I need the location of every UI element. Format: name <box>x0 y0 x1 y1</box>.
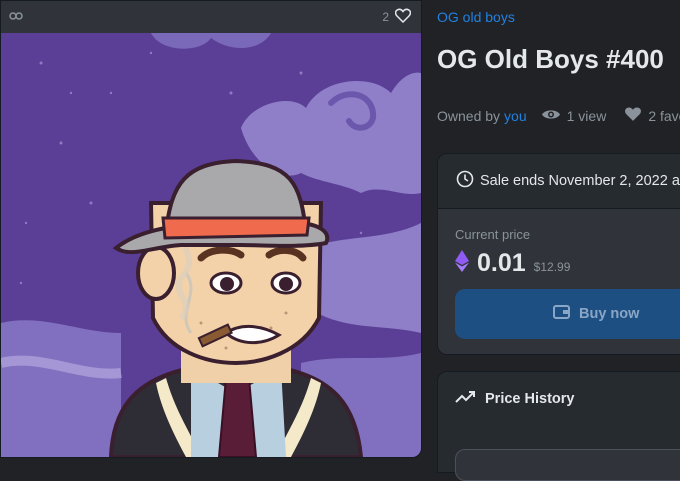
buy-now-label: Buy now <box>579 306 640 322</box>
favorites-text: 2 favo <box>648 107 680 124</box>
price-history-range-select[interactable] <box>455 449 680 481</box>
item-title: OG Old Boys #400 <box>437 44 664 74</box>
owner-link[interactable]: you <box>504 108 527 124</box>
trend-icon <box>455 390 475 408</box>
eye-icon <box>541 108 561 124</box>
owned-by-label: Owned by <box>437 107 501 124</box>
price-usd: $12.99 <box>533 260 571 274</box>
clock-icon <box>456 170 474 192</box>
heart-icon[interactable] <box>394 8 412 26</box>
price-history-label: Price History <box>485 391 575 407</box>
price-history-header[interactable]: Price History <box>438 372 680 426</box>
sale-header: Sale ends November 2, 2022 at <box>438 154 680 209</box>
price-eth: 0.01 <box>477 249 526 277</box>
link-icon[interactable] <box>9 10 23 24</box>
current-price-label: Current price <box>455 227 531 242</box>
item-meta: Owned by you 1 view 2 favo <box>437 106 680 125</box>
image-topbar: 2 <box>1 1 421 33</box>
sale-body: Current price 0.01 $12.99 Buy now <box>438 209 680 354</box>
ethereum-icon <box>455 250 469 277</box>
buy-now-button[interactable]: Buy now <box>455 289 680 339</box>
favorites-count-meta: 2 favo <box>624 106 680 125</box>
nft-artwork <box>1 33 421 457</box>
favorites-count: 2 <box>382 10 389 24</box>
views-text: 1 view <box>566 107 607 124</box>
sale-ends-text: Sale ends November 2, 2022 at <box>480 173 680 189</box>
item-image-card: 2 <box>0 0 422 458</box>
views-count: 1 view <box>541 107 607 124</box>
price-row: 0.01 $12.99 <box>455 249 570 278</box>
collection-link[interactable]: OG old boys <box>437 9 515 25</box>
price-history-panel[interactable]: Price History <box>437 371 680 481</box>
sale-card: Sale ends November 2, 2022 at Current pr… <box>437 153 680 355</box>
favorite-button[interactable]: 2 <box>382 8 412 26</box>
wallet-icon <box>553 304 571 324</box>
heart-icon <box>624 106 642 125</box>
